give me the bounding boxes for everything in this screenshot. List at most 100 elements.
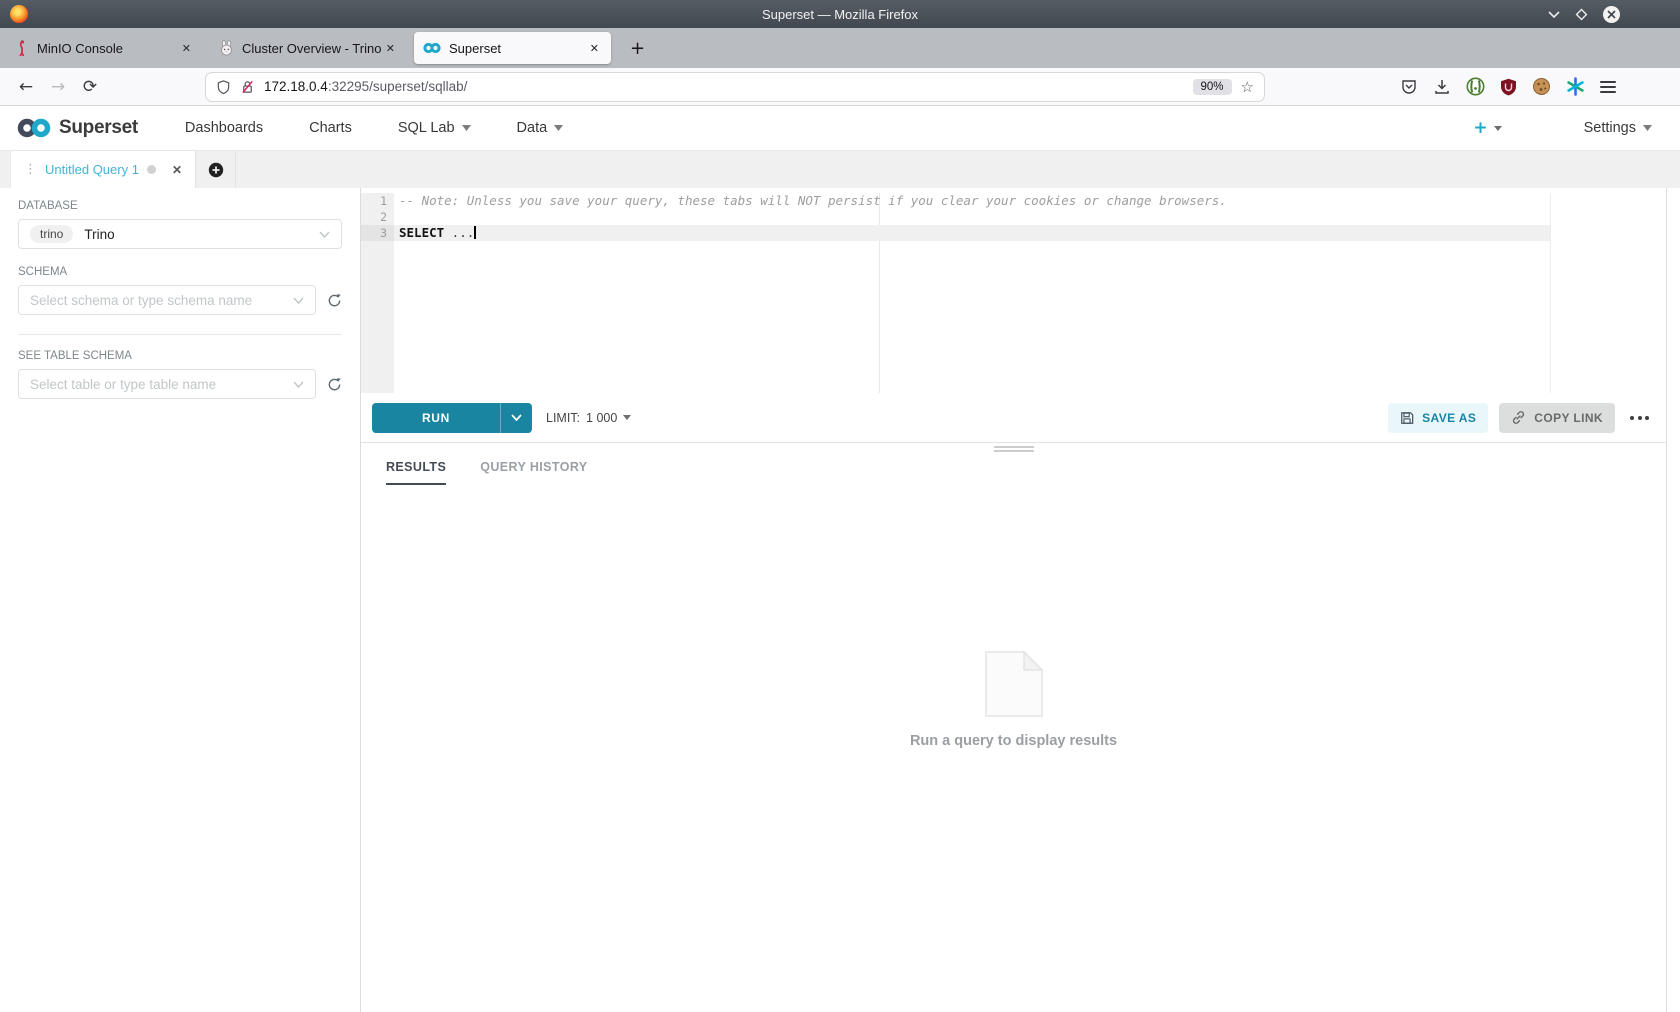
forward-icon[interactable]: → xyxy=(42,77,74,97)
privacy-badger-icon[interactable] xyxy=(1466,77,1485,96)
caret-down-icon xyxy=(1643,125,1652,131)
tab-query-history[interactable]: QUERY HISTORY xyxy=(480,460,587,485)
code-line-active: 3 SELECT ... xyxy=(361,225,1550,241)
tab-title: Cluster Overview - Trino xyxy=(242,40,382,56)
minio-icon xyxy=(19,40,25,56)
reload-icon[interactable]: ⟳ xyxy=(74,77,106,97)
code-line: 1 -- Note: Unless you save your query, t… xyxy=(361,193,1550,209)
menu-hamburger-icon[interactable] xyxy=(1600,78,1616,96)
pane-resize-handle[interactable] xyxy=(993,446,1034,452)
link-icon xyxy=(1513,411,1525,424)
sql-blank-line xyxy=(394,209,1550,225)
browser-tab-minio[interactable]: MinIO Console ✕ xyxy=(6,32,203,64)
minimize-icon[interactable] xyxy=(1548,10,1560,18)
browser-tab-trino[interactable]: Cluster Overview - Trino ✕ xyxy=(210,32,407,64)
chevron-down-icon xyxy=(293,296,304,304)
tracking-shield-icon[interactable] xyxy=(216,79,231,95)
new-tab-icon[interactable]: + xyxy=(618,38,657,59)
nav-item-dashboards[interactable]: Dashboards xyxy=(162,120,286,136)
query-status-dot xyxy=(146,165,156,174)
window-title: Superset — Mozilla Firefox xyxy=(761,6,919,22)
sql-editor-pane: 1 -- Note: Unless you save your query, t… xyxy=(361,188,1667,1012)
copy-link-button[interactable]: COPY LINK xyxy=(1499,402,1615,433)
zoom-level-badge[interactable]: 90% xyxy=(1192,78,1232,95)
downloads-icon[interactable] xyxy=(1433,78,1451,96)
query-tab-close-icon[interactable]: ✕ xyxy=(172,163,182,177)
refresh-tables-icon[interactable] xyxy=(327,377,342,392)
refresh-schemas-icon[interactable] xyxy=(327,293,342,308)
superset-logo-icon[interactable] xyxy=(16,117,52,139)
chevron-down-icon xyxy=(293,380,304,388)
settings-menu[interactable]: Settings xyxy=(1584,120,1652,136)
back-icon[interactable]: ← xyxy=(10,77,42,97)
bookmark-star-icon[interactable]: ☆ xyxy=(1241,78,1254,96)
database-label: DATABASE xyxy=(18,200,78,212)
code-line: 2 xyxy=(361,209,1550,225)
text-cursor xyxy=(474,226,476,239)
sql-code-editor[interactable]: 1 -- Note: Unless you save your query, t… xyxy=(361,193,1551,393)
limit-value: 1 000 xyxy=(586,410,618,425)
maximize-icon[interactable] xyxy=(1575,8,1588,21)
copy-link-label: COPY LINK xyxy=(1534,410,1603,425)
limit-dropdown[interactable]: LIMIT: 1 000 xyxy=(546,410,632,425)
save-as-button[interactable]: SAVE AS xyxy=(1388,402,1489,433)
results-empty-state: Run a query to display results xyxy=(361,650,1666,749)
nav-label: SQL Lab xyxy=(397,120,455,136)
nav-item-data[interactable]: Data xyxy=(494,120,587,136)
drag-grip-icon[interactable]: ⋮ xyxy=(24,162,37,177)
tab-close-icon[interactable]: ✕ xyxy=(383,42,398,55)
nav-item-charts[interactable]: Charts xyxy=(286,120,375,136)
browser-tab-strip: MinIO Console ✕ Cluster Overview - Trino… xyxy=(0,28,1680,68)
asterisk-extension-icon[interactable] xyxy=(1566,77,1585,96)
browser-tab-superset[interactable]: Superset ✕ xyxy=(414,32,611,64)
schema-select[interactable] xyxy=(18,285,316,315)
tab-results[interactable]: RESULTS xyxy=(386,460,447,485)
close-window-icon[interactable] xyxy=(1603,5,1620,23)
insecure-lock-icon[interactable] xyxy=(240,79,255,95)
superset-brand[interactable]: Superset xyxy=(59,117,138,139)
cookie-icon[interactable] xyxy=(1532,77,1551,96)
nav-item-sql-lab[interactable]: SQL Lab xyxy=(375,120,494,136)
tab-close-icon[interactable]: ✕ xyxy=(179,42,194,55)
nav-label: Charts xyxy=(309,120,352,136)
settings-label: Settings xyxy=(1583,120,1636,136)
plus-icon: + xyxy=(1473,118,1488,138)
caret-down-icon xyxy=(461,125,471,131)
sqllab-sidebar: DATABASE trino Trino SCHEMA SEE TABLE SC… xyxy=(0,188,361,1012)
sql-rest: ... xyxy=(444,225,475,240)
table-input[interactable] xyxy=(30,376,293,392)
chevron-down-icon xyxy=(511,414,522,421)
query-tab-bar: ⋮ Untitled Query 1 ✕ xyxy=(0,150,1680,188)
plus-circle-icon xyxy=(208,162,223,177)
caret-down-icon xyxy=(623,415,632,420)
firefox-icon xyxy=(10,5,28,23)
url-bar[interactable]: 172.18.0.4:32295/superset/sqllab/ 90% ☆ xyxy=(206,72,1264,101)
results-tab-bar: RESULTS QUERY HISTORY xyxy=(361,460,1666,485)
database-name: Trino xyxy=(84,226,115,242)
superset-tab-icon xyxy=(423,42,441,54)
query-tab-active[interactable]: ⋮ Untitled Query 1 ✕ xyxy=(10,151,196,188)
nav-label: Data xyxy=(516,120,548,136)
window-titlebar: Superset — Mozilla Firefox xyxy=(0,0,1680,28)
tab-title: Superset xyxy=(449,40,502,56)
new-item-button[interactable]: + xyxy=(1473,118,1502,138)
url-text[interactable]: 172.18.0.4:32295/superset/sqllab/ xyxy=(264,79,1184,94)
line-number: 1 xyxy=(380,194,387,208)
url-path: :32295/superset/sqllab/ xyxy=(327,79,468,94)
add-query-tab-button[interactable] xyxy=(196,151,236,188)
chevron-down-icon xyxy=(319,230,330,238)
url-host: 172.18.0.4 xyxy=(264,79,328,94)
empty-state-message: Run a query to display results xyxy=(909,732,1118,749)
save-as-label: SAVE AS xyxy=(1422,410,1477,425)
pocket-icon[interactable] xyxy=(1400,78,1418,96)
empty-document-icon xyxy=(984,650,1043,717)
table-select[interactable] xyxy=(18,369,316,399)
tab-close-icon[interactable]: ✕ xyxy=(587,42,602,55)
nav-label: Dashboards xyxy=(184,120,264,136)
run-button[interactable]: RUN xyxy=(372,402,500,433)
ublock-icon[interactable] xyxy=(1500,78,1517,96)
schema-input[interactable] xyxy=(30,292,293,308)
run-options-caret[interactable] xyxy=(500,402,532,433)
more-options-icon[interactable] xyxy=(1630,415,1649,420)
database-select[interactable]: trino Trino xyxy=(18,219,342,249)
